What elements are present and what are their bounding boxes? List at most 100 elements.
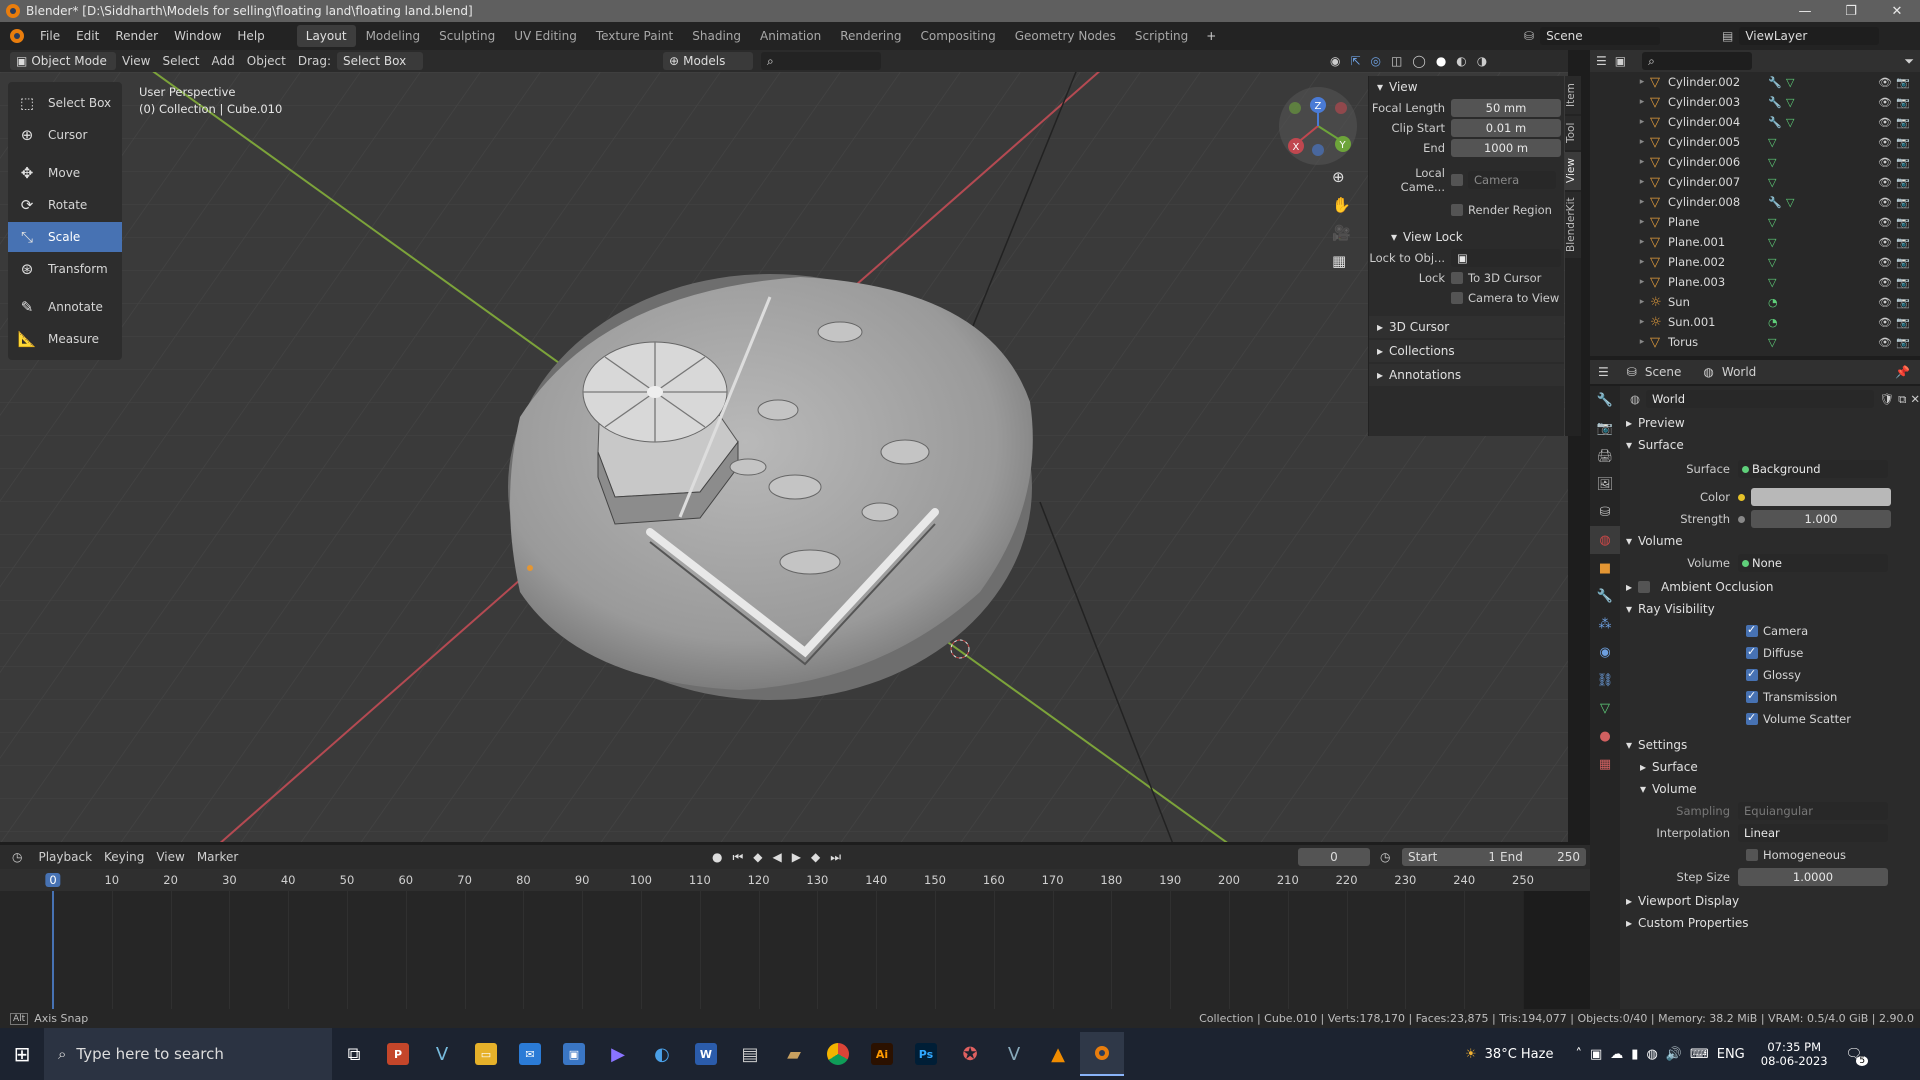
scene-tab-icon[interactable]: ⛁ <box>1590 498 1620 526</box>
light-data-icon[interactable]: ◔ <box>1768 316 1786 329</box>
render-camera-icon[interactable]: 📷 <box>1896 196 1910 209</box>
mesh-data-icon[interactable]: ▽ <box>1786 196 1804 209</box>
outliner-row[interactable]: ▸ ▽ Plane.002 ▽ 👁 📷 <box>1590 252 1920 272</box>
mesh-data-icon[interactable]: ▽ <box>1768 336 1786 349</box>
edge-icon[interactable]: ◐ <box>640 1032 684 1076</box>
render-camera-icon[interactable]: 📷 <box>1896 136 1910 149</box>
collections-section[interactable]: ▸ Collections <box>1369 340 1564 362</box>
modifier-icon[interactable]: 🔧 <box>1768 196 1786 209</box>
view-section-header[interactable]: ▾ View <box>1369 76 1564 98</box>
outliner-row[interactable]: ▸ ☼ Sun ◔ 👁 📷 <box>1590 292 1920 312</box>
vscode-icon[interactable]: V <box>992 1032 1036 1076</box>
constraints-tab-icon[interactable]: ⛓ <box>1590 666 1620 694</box>
tab-animation[interactable]: Animation <box>751 25 830 47</box>
jump-start-icon[interactable]: ⏮ <box>732 850 743 865</box>
view-lock-section-header[interactable]: ▾ View Lock <box>1369 226 1564 248</box>
camera-view-icon[interactable]: 🎥 <box>1332 224 1351 242</box>
outliner-row[interactable]: ▸ ☼ Sun.001 ◔ 👁 📷 <box>1590 312 1920 332</box>
eye-icon[interactable]: 👁 <box>1878 216 1892 229</box>
expand-arrow-icon[interactable]: ▸ <box>1634 297 1650 307</box>
eye-icon[interactable]: 👁 <box>1878 76 1892 89</box>
mail-icon[interactable]: ✉ <box>508 1032 552 1076</box>
sampling-dropdown[interactable]: Equiangular <box>1738 802 1888 820</box>
filter-icon[interactable]: ⏷ <box>1904 54 1914 69</box>
onedrive-icon[interactable]: ☁ <box>1610 1047 1623 1062</box>
tab-rendering[interactable]: Rendering <box>831 25 910 47</box>
ray-visibility-section[interactable]: ▾ Ray Visibility <box>1620 598 1920 620</box>
jump-end-icon[interactable]: ⏭ <box>830 850 841 865</box>
modifier-icon[interactable]: 🔧 <box>1768 96 1786 109</box>
eye-icon[interactable]: 👁 <box>1878 176 1892 189</box>
mesh-data-icon[interactable]: ▽ <box>1786 76 1804 89</box>
tab-layout[interactable]: Layout <box>296 25 356 47</box>
outliner-row[interactable]: ▸ ▽ Torus ▽ 👁 📷 <box>1590 332 1920 352</box>
clip-end-field[interactable]: 1000 m <box>1451 139 1561 157</box>
outliner-row[interactable]: ▸ ▽ Cylinder.007 ▽ 👁 📷 <box>1590 172 1920 192</box>
ortho-grid-icon[interactable]: ▦ <box>1332 252 1351 270</box>
outliner-row[interactable]: ▸ ▽ Cylinder.006 ▽ 👁 📷 <box>1590 152 1920 172</box>
ray-transmission-checkbox[interactable] <box>1746 689 1758 703</box>
weather-text[interactable]: 38°C Haze <box>1485 1047 1554 1062</box>
menu-edit[interactable]: Edit <box>68 29 107 43</box>
3d-cursor-section[interactable]: ▸ 3D Cursor <box>1369 316 1564 338</box>
task-view-icon[interactable]: ⧉ <box>332 1032 376 1076</box>
volume-field[interactable]: None <box>1738 554 1888 572</box>
scene-selector[interactable]: Scene <box>1540 27 1661 45</box>
minimize-button[interactable]: — <box>1782 0 1828 22</box>
object-menu[interactable]: Object <box>241 54 292 68</box>
data-tab-icon[interactable]: ▽ <box>1590 694 1620 722</box>
tab-compositing[interactable]: Compositing <box>911 25 1004 47</box>
photos-icon[interactable]: ▤ <box>728 1032 772 1076</box>
tab-scripting[interactable]: Scripting <box>1126 25 1197 47</box>
expand-arrow-icon[interactable]: ▸ <box>1634 117 1650 127</box>
timeline-view-menu[interactable]: View <box>150 850 190 864</box>
playback-menu[interactable]: Playback <box>32 850 98 864</box>
particles-tab-icon[interactable]: ⁂ <box>1590 610 1620 638</box>
add-workspace-button[interactable]: + <box>1198 29 1224 43</box>
keyboard-icon[interactable]: ⌨ <box>1690 1047 1709 1062</box>
render-camera-icon[interactable]: 📷 <box>1896 316 1910 329</box>
mesh-data-icon[interactable]: ▽ <box>1768 136 1786 149</box>
outliner-row[interactable]: ▸ ▽ Cylinder.008 🔧 ▽ 👁 📷 <box>1590 192 1920 212</box>
marker-menu[interactable]: Marker <box>191 850 244 864</box>
ray-camera-checkbox[interactable] <box>1746 623 1758 637</box>
lock-3d-cursor-checkbox[interactable] <box>1451 272 1463 284</box>
menu-file[interactable]: File <box>32 29 68 43</box>
battery-icon[interactable]: ▮ <box>1631 1047 1638 1062</box>
render-camera-icon[interactable]: 📷 <box>1896 96 1910 109</box>
file-explorer-icon[interactable]: ▭ <box>464 1032 508 1076</box>
strength-field[interactable]: 1.000 <box>1751 510 1891 528</box>
annotations-section[interactable]: ▸ Annotations <box>1369 364 1564 386</box>
settings-section[interactable]: ▾ Settings <box>1620 734 1920 756</box>
taskbar-search[interactable]: ⌕ Type here to search <box>44 1028 332 1080</box>
lock-object-field[interactable]: ▣ <box>1451 249 1561 267</box>
fake-user-icon[interactable]: 🛡 <box>1880 392 1895 406</box>
camera-field[interactable]: Camera <box>1468 171 1556 189</box>
outliner-row[interactable]: ▸ ▽ Plane.001 ▽ 👁 📷 <box>1590 232 1920 252</box>
play-reverse-icon[interactable]: ◀ <box>773 850 782 865</box>
tab-geometry-nodes[interactable]: Geometry Nodes <box>1006 25 1125 47</box>
outliner-row[interactable]: ▸ ▽ Cylinder.003 🔧 ▽ 👁 📷 <box>1590 92 1920 112</box>
next-keyframe-icon[interactable]: ◆ <box>811 850 820 865</box>
render-camera-icon[interactable]: 📷 <box>1896 176 1910 189</box>
tool-cursor[interactable]: ⊕ Cursor <box>8 120 122 150</box>
expand-arrow-icon[interactable]: ▸ <box>1634 177 1650 187</box>
mesh-data-icon[interactable]: ▽ <box>1786 96 1804 109</box>
3d-viewport[interactable]: Z Y X ⊕ ✋ 🎥 ▦ <box>0 72 1568 842</box>
outliner-row[interactable]: ▸ ▽ Plane ▽ 👁 📷 <box>1590 212 1920 232</box>
pan-hand-icon[interactable]: ✋ <box>1332 196 1351 214</box>
expand-arrow-icon[interactable]: ▸ <box>1634 77 1650 87</box>
tray-chevron-icon[interactable]: ˄ <box>1575 1047 1582 1062</box>
sketchup-icon[interactable]: ▰ <box>772 1032 816 1076</box>
photoshop-icon[interactable]: Ps <box>904 1032 948 1076</box>
expand-arrow-icon[interactable]: ▸ <box>1634 157 1650 167</box>
mode-selector[interactable]: ▣ Object Mode <box>10 52 116 70</box>
render-camera-icon[interactable]: 📷 <box>1896 256 1910 269</box>
homogeneous-checkbox[interactable] <box>1746 849 1758 861</box>
render-region-checkbox[interactable] <box>1451 204 1463 216</box>
render-camera-icon[interactable]: 📷 <box>1896 156 1910 169</box>
viewport-search[interactable]: ⌕ <box>761 52 882 70</box>
tool-measure[interactable]: 📐 Measure <box>8 324 122 354</box>
powerpoint-icon[interactable]: P <box>376 1032 420 1076</box>
expand-arrow-icon[interactable]: ▸ <box>1634 197 1650 207</box>
